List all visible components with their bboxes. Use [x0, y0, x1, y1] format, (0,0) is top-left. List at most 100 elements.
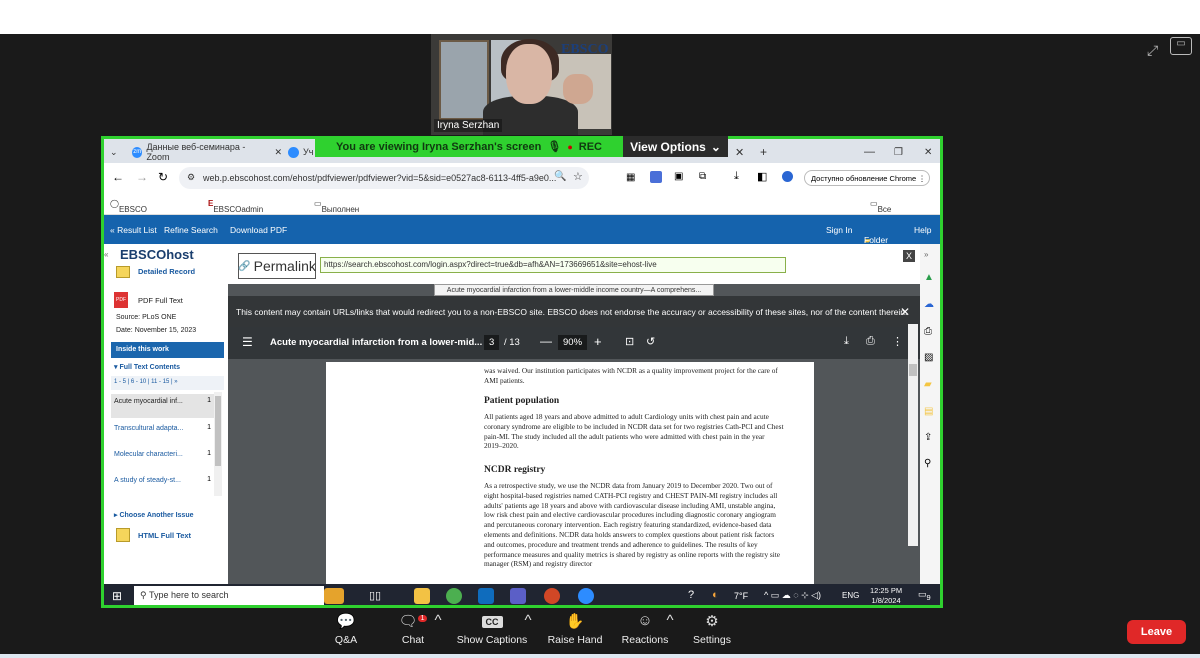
toc-scrollbar[interactable] — [214, 392, 222, 496]
result-list-link[interactable]: « Result List — [110, 225, 157, 235]
file-explorer-icon[interactable] — [414, 588, 430, 604]
share-icon[interactable]: ⇪ — [924, 432, 932, 443]
widgets-icon[interactable] — [324, 588, 344, 604]
zoom-input[interactable]: 90% — [558, 335, 588, 350]
chevron-up-icon: ^ — [666, 612, 674, 629]
help-icon[interactable]: ? — [688, 589, 694, 601]
view-options-button[interactable]: View Options ⌄ — [623, 136, 728, 157]
pdf-scrollbar[interactable] — [908, 324, 918, 546]
site-info-icon[interactable]: ⚙ — [187, 172, 195, 183]
powerpoint-icon[interactable] — [544, 588, 560, 604]
rotate-icon[interactable]: ↺ — [646, 335, 655, 348]
refine-search-link[interactable]: Refine Search — [164, 225, 218, 235]
outlook-icon[interactable] — [478, 588, 494, 604]
close-icon[interactable]: ✕ — [274, 147, 282, 158]
permalink-button[interactable]: 🔗 Permalink — [238, 253, 316, 279]
reactions-options-chevron[interactable]: ^ — [662, 612, 678, 634]
download-pdf-link[interactable]: Download PDF — [230, 225, 287, 235]
new-tab-button[interactable]: + — [760, 143, 767, 161]
cloud-icon[interactable]: ☁ — [924, 299, 934, 310]
raise-hand-button[interactable]: ✋ Raise Hand — [545, 612, 605, 646]
captions-options-chevron[interactable]: ^ — [520, 612, 536, 634]
qr-icon[interactable]: ▦ — [626, 172, 635, 183]
notification-icon[interactable]: ▭9 — [918, 589, 931, 602]
choose-another-issue-link[interactable]: ▸ Choose Another Issue — [114, 511, 194, 519]
task-view-icon[interactable]: ▯▯ — [369, 589, 381, 602]
reload-icon[interactable]: ↻ — [158, 170, 168, 184]
leave-button[interactable]: Leave — [1127, 620, 1186, 644]
sidepanel-icon[interactable]: ◧ — [757, 170, 767, 183]
zoom-in-icon[interactable]: + — [594, 334, 602, 349]
taskbar-search-input[interactable]: ⚲ Type here to search — [134, 586, 324, 605]
link-icon[interactable]: ⚲ — [924, 458, 931, 469]
download-icon[interactable]: ⤓ — [734, 170, 739, 183]
qa-button[interactable]: 💬 Q&A — [331, 612, 361, 646]
picture-in-picture-icon[interactable]: ▭ — [1170, 37, 1192, 55]
sign-in-link[interactable]: Sign In — [826, 225, 852, 235]
url-input[interactable]: ⚙ web.p.ebscohost.com/ehost/pdfviewer/pd… — [179, 167, 589, 189]
minimize-icon[interactable]: — — [864, 143, 875, 161]
zoom-app-icon[interactable] — [578, 588, 594, 604]
browser-tab-zoom[interactable]: zm Данные веб-семинара - Zoom ✕ — [132, 142, 282, 162]
print-icon[interactable]: ⎙ — [866, 335, 875, 348]
show-captions-button[interactable]: CC Show Captions — [454, 612, 530, 646]
page-number-input[interactable]: 3 — [484, 335, 500, 350]
toc-item[interactable]: Transcultural adapta... 1 — [111, 422, 215, 444]
clock[interactable]: 12:25 PM 1/8/2024 — [870, 586, 902, 605]
close-icon[interactable]: ✕ — [900, 305, 910, 319]
puzzle-icon[interactable]: ⧉ — [699, 171, 706, 182]
chrome-update-button[interactable]: Доступно обновление Chrome ⋮ — [804, 170, 930, 186]
collapse-left-icon[interactable]: « — [104, 250, 108, 259]
extension-icon[interactable]: ▣ — [674, 171, 683, 182]
participant-video[interactable]: EBSCO Iryna Serzhan — [431, 34, 612, 135]
pdf-scroll-thumb[interactable] — [909, 364, 917, 376]
star-icon[interactable]: ☆ — [573, 170, 583, 183]
fit-page-icon[interactable]: ⊡ — [625, 335, 634, 348]
print-icon[interactable]: ⎙ — [924, 326, 932, 337]
help-link[interactable]: Help — [914, 225, 931, 235]
extension-v-icon[interactable] — [650, 171, 662, 183]
image-icon[interactable]: ▨ — [924, 352, 933, 363]
drive-icon[interactable]: ▲ — [924, 272, 934, 283]
bookmark-ebscoadmin[interactable]: E EBSCOadmin > Cust... — [208, 199, 263, 223]
windows-start-icon[interactable]: ⊞ — [112, 589, 122, 603]
download-icon[interactable]: ⤓ — [844, 335, 849, 348]
close-icon[interactable]: ✕ — [735, 143, 744, 161]
forward-icon[interactable]: → — [136, 170, 148, 184]
zoom-toolbar: 💬 Q&A 🗨 1 Chat ^ CC Show Captions ^ ✋ Rai… — [0, 608, 1200, 658]
chat-button[interactable]: 🗨 1 Chat — [395, 612, 431, 646]
bookmark-imported[interactable]: ▭ Выполнен импорт — [314, 199, 359, 223]
language-indicator[interactable]: ENG — [842, 591, 859, 600]
toc-item[interactable]: Molecular characteri... 1 — [111, 448, 215, 470]
contents-pager[interactable]: 1 - 5 | 6 - 10 | 11 - 15 | » — [111, 376, 224, 390]
pdf-full-text-link[interactable]: PDF Full Text — [138, 296, 183, 305]
toc-item-selected[interactable]: Acute myocardial inf... 1 — [111, 394, 215, 418]
full-text-contents-toggle[interactable]: ▾ Full Text Contents — [114, 363, 180, 371]
back-icon[interactable]: ← — [112, 170, 124, 184]
close-window-icon[interactable]: ✕ — [924, 143, 932, 161]
tray-icons[interactable]: ^ ▭ ☁ ◌ ⊹ ◁) — [764, 590, 821, 601]
tab-search-icon[interactable]: ⌄ — [110, 143, 118, 161]
zoom-out-icon[interactable]: — — [540, 334, 552, 348]
teams-icon[interactable] — [510, 588, 526, 604]
fullscreen-icon[interactable]: ⤢ — [1147, 42, 1158, 59]
folder-icon[interactable]: ▰ — [924, 379, 932, 390]
note-icon[interactable]: ▤ — [924, 406, 933, 417]
browser-tab-second[interactable]: Уч — [288, 143, 313, 161]
menu-icon[interactable]: ☰ — [242, 335, 253, 349]
profile-avatar[interactable] — [782, 171, 793, 182]
restore-icon[interactable]: ❐ — [894, 143, 903, 161]
toc-scroll-thumb[interactable] — [215, 396, 221, 466]
settings-button[interactable]: ⚙ Settings — [692, 612, 732, 646]
expand-right-icon[interactable]: » — [924, 250, 928, 259]
bookmark-ebsco-industries[interactable]: ◯ EBSCO Industries -... — [110, 199, 154, 232]
toc-item[interactable]: A study of steady-st... 1 — [111, 474, 215, 496]
permalink-url-field[interactable]: https://search.ebscohost.com/login.aspx?… — [320, 257, 786, 273]
zoom-lens-icon[interactable]: 🔍 — [554, 171, 566, 182]
chrome-icon[interactable] — [446, 588, 462, 604]
more-icon[interactable]: ⋮ — [892, 335, 903, 348]
chat-options-chevron[interactable]: ^ — [430, 612, 446, 634]
all-bookmarks[interactable]: ▭ Все закладки — [870, 199, 911, 223]
close-permalink-icon[interactable]: X — [903, 250, 915, 262]
html-full-text-link[interactable]: HTML Full Text — [138, 531, 191, 540]
